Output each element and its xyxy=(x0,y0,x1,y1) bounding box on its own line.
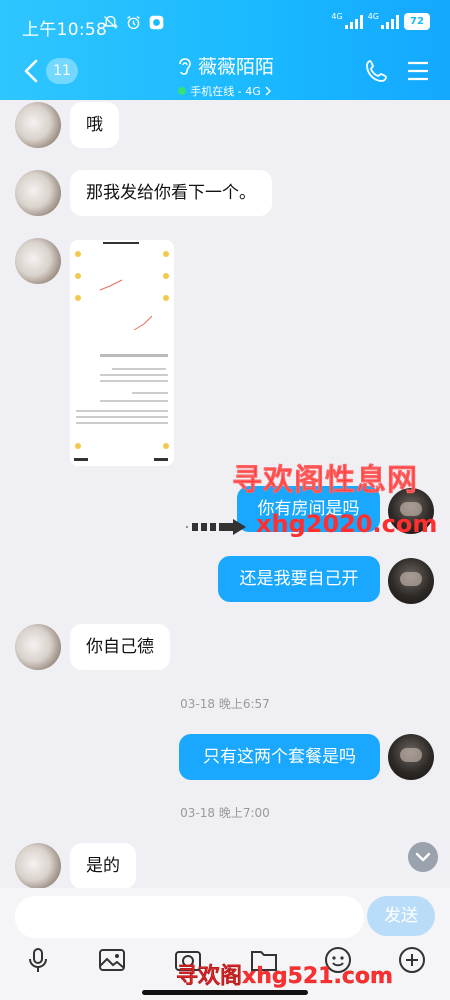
message-bubble-incoming[interactable]: 是的 xyxy=(70,843,136,889)
avatar[interactable] xyxy=(388,734,434,780)
plus-icon[interactable] xyxy=(398,946,426,974)
message-input[interactable] xyxy=(15,896,364,938)
chat-header: 上午10:58 4G 4G 72 11 薇薇陌陌 手机在线 - 4G xyxy=(0,0,450,100)
online-status-text: 手机在线 - 4G xyxy=(190,84,261,98)
message-timestamp: 03-18 晚上6:57 xyxy=(180,697,270,711)
message-bubble-outgoing[interactable]: 还是我要自己开 xyxy=(218,556,380,602)
app-notification-icon xyxy=(149,15,164,30)
message-bubble-outgoing[interactable]: 只有这两个套餐是吗 xyxy=(179,734,380,780)
ear-icon xyxy=(179,57,191,75)
online-status-dot xyxy=(178,86,187,95)
chevron-down-icon xyxy=(415,852,431,862)
image-message[interactable] xyxy=(70,240,174,466)
send-button[interactable]: 发送 xyxy=(367,896,435,936)
nav-bar: 11 薇薇陌陌 手机在线 - 4G xyxy=(0,44,450,100)
avatar[interactable] xyxy=(388,558,434,604)
status-bar: 上午10:58 4G 4G 72 xyxy=(0,0,450,40)
status-time: 上午10:58 xyxy=(22,20,108,40)
network-label-2: 4G xyxy=(367,12,379,21)
avatar[interactable] xyxy=(15,238,61,284)
contact-name: 薇薇陌陌 xyxy=(197,56,274,78)
signal-icon xyxy=(344,14,363,29)
microphone-icon[interactable] xyxy=(24,946,52,974)
image-icon[interactable] xyxy=(98,946,126,974)
alarm-icon xyxy=(127,15,140,30)
message-bubble-incoming[interactable]: 哦 xyxy=(70,102,119,148)
input-bar: 发送 xyxy=(0,888,450,944)
avatar[interactable] xyxy=(15,624,61,670)
signal-icon xyxy=(381,14,399,29)
watermark-site-name: 寻欢阁性息网 xyxy=(232,463,418,499)
message-timestamp: 03-18 晚上7:00 xyxy=(180,806,270,820)
network-label-1: 4G xyxy=(331,12,343,21)
mute-icon xyxy=(102,15,119,29)
avatar[interactable] xyxy=(15,102,61,148)
avatar[interactable] xyxy=(15,843,61,889)
watermark-domain: xhg2020.com xyxy=(256,510,438,538)
status-right: 4G 4G 72 xyxy=(331,12,430,30)
message-bubble-incoming[interactable]: 那我发给你看下一个。 xyxy=(70,170,272,216)
menu-icon[interactable] xyxy=(405,58,431,84)
home-indicator[interactable] xyxy=(142,990,308,995)
status-left-icons xyxy=(102,14,165,31)
message-bubble-incoming[interactable]: 你自己德 xyxy=(70,624,170,670)
watermark-arrow-icon xyxy=(186,519,246,535)
avatar[interactable] xyxy=(15,170,61,216)
image-thumbnail xyxy=(70,240,174,466)
watermark-bottom: 寻欢阁xhg521.com xyxy=(176,964,393,989)
phone-icon[interactable] xyxy=(364,58,390,84)
battery-indicator: 72 xyxy=(404,13,430,30)
scroll-to-bottom-button[interactable] xyxy=(408,842,438,872)
chevron-right-icon xyxy=(265,86,271,95)
